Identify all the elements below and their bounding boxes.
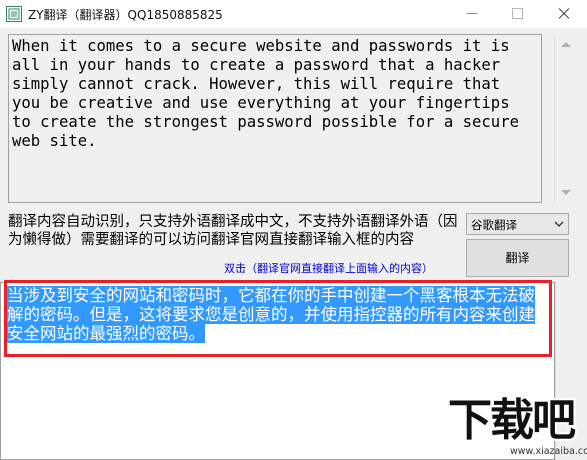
minimize-button[interactable] [449,0,495,28]
watermark-text: 下载吧 [448,395,576,446]
title-bar[interactable]: ZY翻译（翻译器）QQ1850885825 [0,0,587,28]
output-text: 当涉及到安全的网站和密码时，它都在你的手中创建一个黑客根本无法破解的密码。但是，… [7,286,547,343]
info-description: 翻译内容自动识别，只支持外语翻译成中文，不支持外语翻译外语（因为懒得做）需要翻译… [8,214,458,248]
close-button[interactable] [541,0,587,28]
scroll-up-icon[interactable] [561,42,571,47]
app-icon [6,6,22,22]
app-window: ZY翻译（翻译器）QQ1850885825 When it comes to a… [0,0,587,460]
source-text-input[interactable]: When it comes to a secure website and pa… [8,34,542,203]
official-site-link[interactable]: 双击（翻译官网直接翻译上面输入的内容） [224,260,433,276]
watermark-site: www.xiazaiba.com [510,446,587,457]
watermark-logo: 下载吧 www.xiazaiba.com [448,395,587,460]
output-text-selection: 当涉及到安全的网站和密码时，它都在你的手中创建一个黑客根本无法破解的密码。但是，… [7,286,535,343]
engine-select-value: 谷歌翻译 [471,218,517,232]
translate-button[interactable]: 翻译 [466,239,569,277]
scroll-down-icon[interactable] [561,190,571,195]
engine-select[interactable]: 谷歌翻译 [466,213,569,235]
chevron-down-icon [554,221,564,227]
maximize-button[interactable] [494,0,540,28]
window-title: ZY翻译（翻译器）QQ1850885825 [28,8,223,22]
source-scrollbar[interactable] [554,34,577,203]
